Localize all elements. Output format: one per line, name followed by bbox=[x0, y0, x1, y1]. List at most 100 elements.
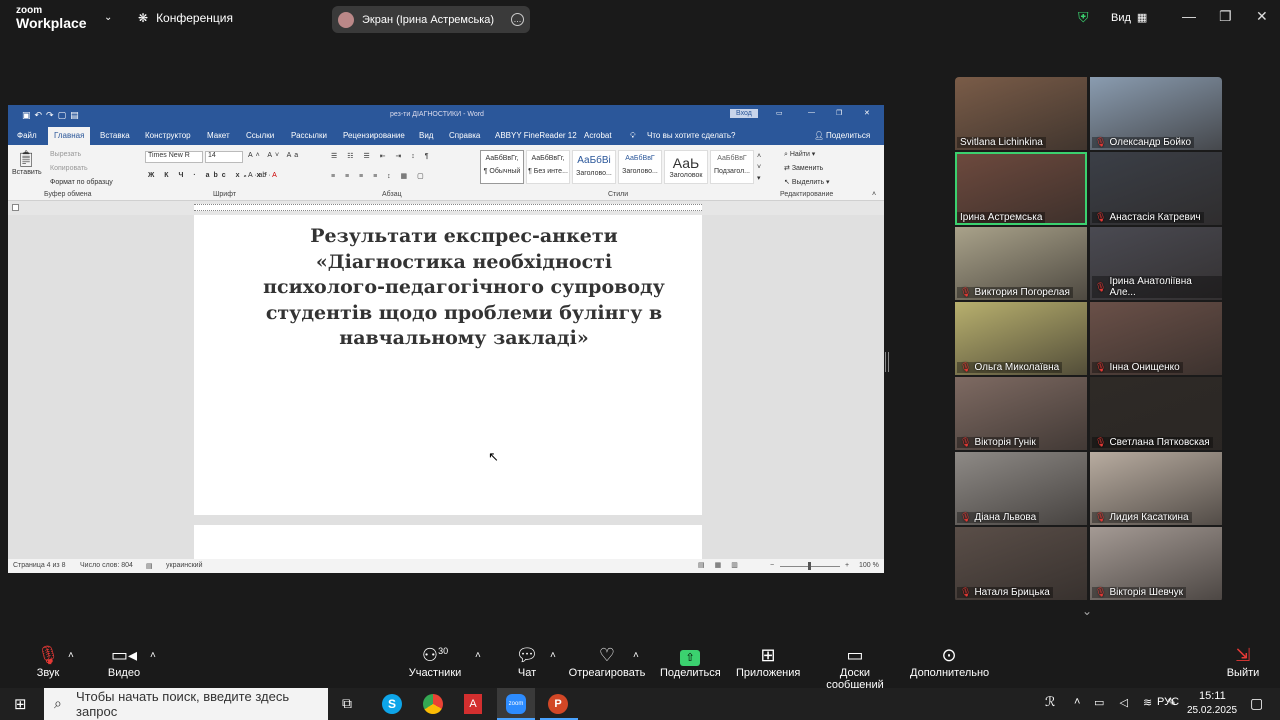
font-size-select[interactable]: 14 bbox=[205, 151, 243, 163]
style-heading-2[interactable]: АаБбВвГ Заголово... bbox=[618, 150, 662, 184]
ribbon-display-icon[interactable]: ▭ bbox=[776, 109, 783, 117]
screen-share-indicator[interactable]: Экран (Ірина Астремська) … bbox=[332, 6, 530, 33]
view-button[interactable]: Вид ▦ bbox=[1111, 11, 1147, 25]
chrome-icon[interactable] bbox=[423, 694, 443, 714]
participant-tile[interactable]: 🎙︎ Вікторія Шевчук bbox=[1090, 527, 1222, 600]
tab-mailings[interactable]: Рассылки bbox=[291, 131, 327, 140]
clock-time[interactable]: 15:11 bbox=[1199, 690, 1226, 702]
participants-button[interactable]: ⚇30 Участники bbox=[405, 645, 465, 679]
participant-tile[interactable]: 🎙︎ Олександр Бойко bbox=[1090, 77, 1222, 150]
word-minimize-icon[interactable]: — bbox=[808, 109, 815, 116]
tab-design[interactable]: Конструктор bbox=[145, 131, 191, 140]
chat-options-chevron[interactable]: ˄ bbox=[550, 650, 556, 661]
proofing-icon[interactable]: ▤ bbox=[146, 562, 153, 570]
tab-review[interactable]: Рецензирование bbox=[343, 131, 405, 140]
whiteboards-button[interactable]: ▭ Доски сообщений bbox=[810, 645, 900, 691]
collapse-ribbon-icon[interactable]: ˄ bbox=[872, 191, 876, 198]
participant-tile[interactable]: 🎙︎ Ольга Миколаївна bbox=[955, 302, 1087, 375]
text-effects-buttons[interactable]: A · ab · A bbox=[248, 172, 277, 179]
tab-insert[interactable]: Вставка bbox=[100, 131, 130, 140]
share-screen-button[interactable]: ⇧ Поделиться bbox=[660, 645, 721, 679]
tab-layout[interactable]: Макет bbox=[207, 131, 230, 140]
acrobat-icon[interactable]: A bbox=[464, 694, 482, 714]
quick-access-icons[interactable]: ▣↶↷▢▤ bbox=[22, 110, 83, 121]
tab-file[interactable]: Файл bbox=[17, 131, 37, 140]
word-share-button[interactable]: Поделиться bbox=[826, 131, 870, 140]
powerpoint-taskbar-item[interactable]: P bbox=[540, 688, 578, 720]
chevron-down-icon[interactable]: ⌄ bbox=[104, 12, 112, 23]
clock-date[interactable]: 25.02.2025 bbox=[1187, 705, 1237, 716]
participant-tile[interactable]: 🎙︎ Наталя Брицька bbox=[955, 527, 1087, 600]
format-painter-button[interactable]: Формат по образцу bbox=[50, 179, 113, 186]
tab-abbyy[interactable]: ABBYY FineReader 12 bbox=[495, 131, 577, 140]
taskbar-search-input[interactable]: ⌕ Чтобы начать поиск, введите здесь запр… bbox=[44, 688, 328, 720]
word-restore-icon[interactable]: ❐ bbox=[836, 109, 842, 117]
react-options-chevron[interactable]: ˄ bbox=[633, 650, 639, 661]
participant-tile[interactable]: 🎙︎ Светлана Пятковская bbox=[1090, 377, 1222, 450]
chevron-down-icon[interactable]: ⌄ bbox=[1082, 604, 1092, 618]
tab-selector[interactable] bbox=[12, 204, 19, 211]
leave-button[interactable]: ⇲ Выйти bbox=[1225, 645, 1261, 679]
participant-tile[interactable]: 🎙︎ Інна Онищенко bbox=[1090, 302, 1222, 375]
alignment-buttons[interactable]: ≡ ≡ ≡ ≡ ↕ ▦ ▢ bbox=[331, 172, 428, 180]
participant-tile[interactable]: Svitlana Lichinkina bbox=[955, 77, 1087, 150]
list-buttons[interactable]: ☰ ☷ ☰ ⇤ ⇥ ↕ ¶ bbox=[331, 152, 433, 160]
view-mode-icons[interactable]: ▤▦▥ bbox=[698, 561, 748, 569]
participant-tile[interactable]: 🎙︎ Діана Львова bbox=[955, 452, 1087, 525]
style-subtitle[interactable]: АаБбВвГ Подзагол... bbox=[710, 150, 754, 184]
participant-tile[interactable]: Ірина Астремська bbox=[955, 152, 1087, 225]
style-heading-1[interactable]: АаБбВі Заголово... bbox=[572, 150, 616, 184]
find-button[interactable]: ⌕ Найти ▾ bbox=[784, 150, 815, 159]
style-title[interactable]: АаЬ Заголовок bbox=[664, 150, 708, 184]
font-size-buttons[interactable]: A˄ A˅ Aa bbox=[248, 152, 301, 159]
tab-help[interactable]: Справка bbox=[449, 131, 480, 140]
video-options-chevron[interactable]: ˄ bbox=[150, 650, 156, 661]
participant-tile[interactable]: 🎙︎ Вікторія Гунік bbox=[955, 377, 1087, 450]
copy-button[interactable]: Копировать bbox=[50, 165, 88, 172]
word-close-icon[interactable]: ✕ bbox=[864, 109, 870, 117]
cut-button[interactable]: Вырезать bbox=[50, 151, 81, 158]
participant-tile[interactable]: 🎙︎ Виктория Погорелая bbox=[955, 227, 1087, 300]
audio-options-chevron[interactable]: ˄ bbox=[68, 650, 74, 661]
document-page-next[interactable] bbox=[194, 525, 702, 559]
notifications-icon[interactable]: ▢ bbox=[1250, 695, 1263, 712]
chat-button[interactable]: 💬︎ Чат bbox=[512, 645, 542, 679]
tray-chevron-icon[interactable]: ˄ bbox=[1074, 696, 1080, 708]
participant-tile[interactable]: 🎙︎ Лидия Касаткина bbox=[1090, 452, 1222, 525]
more-options-icon[interactable]: … bbox=[511, 13, 524, 26]
apps-button[interactable]: ⊞ Приложения bbox=[736, 645, 800, 679]
task-view-icon[interactable]: ⧉ bbox=[342, 695, 352, 712]
zoom-slider-thumb[interactable] bbox=[808, 562, 811, 570]
input-language[interactable]: РУС bbox=[1157, 696, 1179, 708]
page-count[interactable]: Страница 4 из 8 bbox=[13, 562, 65, 569]
sign-in-button[interactable]: Вход bbox=[730, 109, 758, 118]
styles-scroll-buttons[interactable]: ˄ ˅ ▾ bbox=[757, 151, 761, 184]
paste-button[interactable]: 📋︎ Вставить bbox=[12, 149, 42, 185]
zoom-level[interactable]: 100 % bbox=[859, 562, 879, 569]
windows-start-icon[interactable]: ⊞ bbox=[14, 695, 27, 713]
more-button[interactable]: ⊙ Дополнительно bbox=[910, 645, 989, 679]
participant-tile[interactable]: 🎙︎ Ірина Анатоліївна Але... bbox=[1090, 227, 1222, 300]
video-button[interactable]: ▭◂ Видео bbox=[104, 645, 144, 679]
tab-view[interactable]: Вид bbox=[419, 131, 433, 140]
participant-tile[interactable]: 🎙︎ Анастасія Катревич bbox=[1090, 152, 1222, 225]
skype-icon[interactable]: S bbox=[382, 694, 402, 714]
ruler[interactable] bbox=[8, 201, 884, 215]
style-normal[interactable]: АаБбВвГг, ¶ Обычный bbox=[480, 150, 524, 184]
maximize-icon[interactable]: ❐ bbox=[1219, 8, 1232, 25]
audio-button[interactable]: 🎙︎ Звук bbox=[33, 645, 63, 679]
select-button[interactable]: ↖ Выделить ▾ bbox=[784, 178, 830, 186]
replace-button[interactable]: ⇄ Заменить bbox=[784, 164, 823, 172]
word-count[interactable]: Число слов: 804 bbox=[80, 562, 133, 569]
tab-references[interactable]: Ссылки bbox=[246, 131, 274, 140]
close-icon[interactable]: ✕ bbox=[1256, 8, 1268, 25]
zoom-taskbar-item[interactable]: zoom bbox=[497, 688, 535, 720]
tab-acrobat[interactable]: Acrobat bbox=[584, 131, 612, 140]
shield-icon[interactable]: ⛨ bbox=[1078, 9, 1089, 26]
font-name-select[interactable]: Times New R bbox=[145, 151, 203, 163]
tell-me-search[interactable]: Что вы хотите сделать? bbox=[647, 131, 735, 140]
zoom-in-icon[interactable]: + bbox=[845, 562, 849, 569]
participants-options-chevron[interactable]: ˄ bbox=[475, 650, 481, 661]
person-icon[interactable]: ℛ bbox=[1045, 694, 1055, 710]
zoom-out-icon[interactable]: − bbox=[770, 562, 774, 569]
